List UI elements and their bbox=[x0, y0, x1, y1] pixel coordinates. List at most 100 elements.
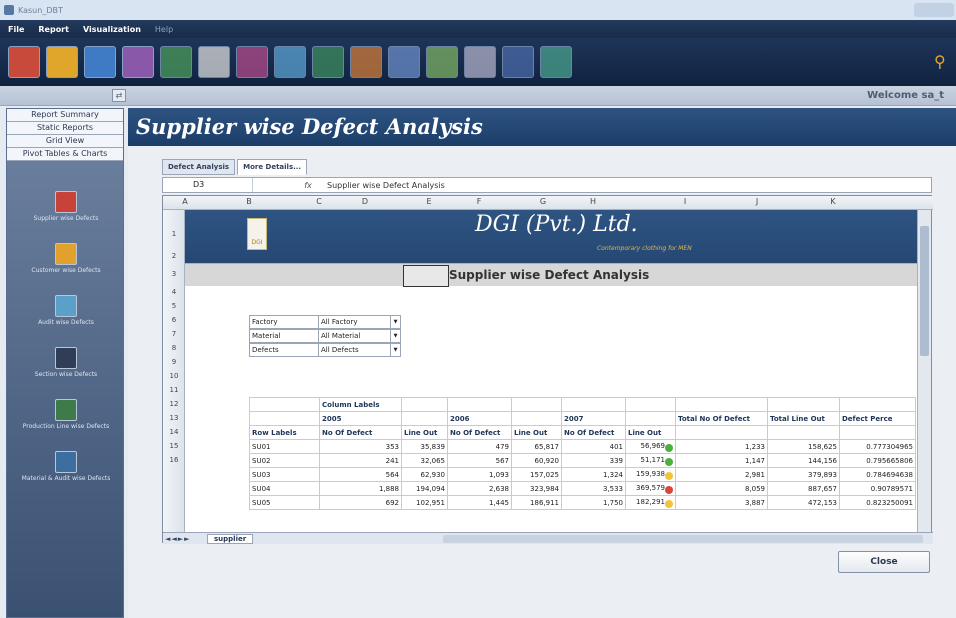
value-cell[interactable]: 1,093 bbox=[447, 467, 512, 482]
row-header[interactable]: 16 bbox=[163, 456, 185, 464]
row-header[interactable]: 5 bbox=[163, 302, 185, 310]
value-cell[interactable]: 35,839 bbox=[401, 439, 448, 454]
value-cell[interactable]: 56,969 bbox=[625, 439, 676, 454]
column-header[interactable]: C bbox=[311, 197, 327, 206]
value-cell[interactable]: 102,951 bbox=[401, 495, 448, 510]
row-header[interactable]: 10 bbox=[163, 372, 185, 380]
column-header[interactable]: B bbox=[241, 197, 257, 206]
value-cell[interactable]: 186,911 bbox=[511, 495, 562, 510]
cube-icon[interactable] bbox=[274, 46, 306, 78]
table-row[interactable]: SU03 564 62,930 1,093 157,025 1,324 159,938 2,9… bbox=[249, 467, 916, 482]
value-cell[interactable]: 1,233 bbox=[675, 439, 768, 454]
table-row[interactable]: SU02 241 32,065 567 60,920 339 51,171 1,147 144,… bbox=[249, 453, 916, 468]
sidebar-item-customer-defects[interactable]: Customer wise Defects bbox=[7, 243, 125, 295]
name-box[interactable]: D3 bbox=[163, 178, 253, 192]
grid-chart-icon[interactable] bbox=[350, 46, 382, 78]
row-header[interactable]: 7 bbox=[163, 330, 185, 338]
filter-dropdown[interactable]: All Material ▼ bbox=[319, 329, 401, 343]
value-cell[interactable]: 157,025 bbox=[511, 467, 562, 482]
pie-chart-icon[interactable] bbox=[160, 46, 192, 78]
value-cell[interactable]: 0.784694638 bbox=[839, 467, 916, 482]
row-header[interactable]: 15 bbox=[163, 442, 185, 450]
value-cell[interactable]: 159,938 bbox=[625, 467, 676, 482]
column-header[interactable]: I bbox=[677, 197, 693, 206]
dropdown-arrow-icon[interactable]: ▼ bbox=[390, 330, 400, 342]
sidebar-item-audit-defects[interactable]: Audit wise Defects bbox=[7, 295, 125, 347]
dropdown-arrow-icon[interactable]: ▼ bbox=[390, 344, 400, 356]
value-cell[interactable]: 564 bbox=[319, 467, 402, 482]
pivot-cell[interactable] bbox=[767, 397, 840, 412]
area-chart-icon[interactable] bbox=[388, 46, 420, 78]
column-header-cell[interactable]: No Of Defect bbox=[447, 425, 512, 440]
pivot-table[interactable]: Column Labels 2005 2006 2007 Total No Of Def… bbox=[249, 397, 916, 510]
sidebar-item-section-defects[interactable]: Section wise Defects bbox=[7, 347, 125, 399]
value-cell[interactable]: 0.777304965 bbox=[839, 439, 916, 454]
bar-chart-icon[interactable] bbox=[46, 46, 78, 78]
row-header[interactable]: 1 bbox=[163, 230, 185, 238]
value-cell[interactable]: 692 bbox=[319, 495, 402, 510]
value-cell[interactable]: 472,153 bbox=[767, 495, 840, 510]
formula-content[interactable]: Supplier wise Defect Analysis bbox=[319, 181, 445, 190]
row-header[interactable]: 9 bbox=[163, 358, 185, 366]
value-cell[interactable]: 144,156 bbox=[767, 453, 840, 468]
nav-static-reports[interactable]: Static Reports bbox=[7, 122, 123, 135]
value-cell[interactable]: 323,984 bbox=[511, 481, 562, 496]
column-header[interactable]: F bbox=[471, 197, 487, 206]
value-cell[interactable]: 60,920 bbox=[511, 453, 562, 468]
chart-3d-icon[interactable] bbox=[122, 46, 154, 78]
vertical-scrollbar[interactable] bbox=[917, 210, 931, 532]
column-labels-cell[interactable]: Column Labels bbox=[319, 397, 402, 412]
defect-percent-header[interactable]: Defect Perce bbox=[839, 411, 916, 426]
pivot-cell[interactable] bbox=[625, 397, 676, 412]
row-header[interactable]: 13 bbox=[163, 414, 185, 422]
row-label-cell[interactable]: SU02 bbox=[249, 453, 320, 468]
pivot-cell[interactable] bbox=[839, 425, 916, 440]
row-label-cell[interactable]: SU01 bbox=[249, 439, 320, 454]
tab-more-details[interactable]: More Details... bbox=[237, 159, 308, 175]
year-cell[interactable]: 2007 bbox=[561, 411, 626, 426]
pivot-cell[interactable] bbox=[511, 397, 562, 412]
value-cell[interactable]: 3,887 bbox=[675, 495, 768, 510]
map2-icon[interactable] bbox=[540, 46, 572, 78]
column-header-cell[interactable]: Row Labels bbox=[249, 425, 320, 440]
value-cell[interactable]: 1,147 bbox=[675, 453, 768, 468]
pivot-cell[interactable] bbox=[249, 411, 320, 426]
line-chart-icon[interactable] bbox=[312, 46, 344, 78]
column-header[interactable]: G bbox=[535, 197, 551, 206]
row-header[interactable]: 8 bbox=[163, 344, 185, 352]
column-header[interactable]: J bbox=[749, 197, 765, 206]
value-cell[interactable]: 32,065 bbox=[401, 453, 448, 468]
value-cell[interactable]: 194,094 bbox=[401, 481, 448, 496]
sheet-nav-arrows[interactable]: ◄◄►► bbox=[163, 535, 207, 543]
pivot-cell[interactable] bbox=[511, 411, 562, 426]
pivot-cell[interactable] bbox=[675, 425, 768, 440]
row-header[interactable]: 4 bbox=[163, 288, 185, 296]
total-lineout-header[interactable]: Total Line Out bbox=[767, 411, 840, 426]
nav-report-summary[interactable]: Report Summary bbox=[7, 109, 123, 122]
pivot-cell[interactable] bbox=[249, 397, 320, 412]
nav-pivot-tables-charts[interactable]: Pivot Tables & Charts bbox=[7, 148, 123, 161]
value-cell[interactable]: 51,171 bbox=[625, 453, 676, 468]
view-icon[interactable] bbox=[8, 46, 40, 78]
value-cell[interactable]: 2,981 bbox=[675, 467, 768, 482]
filter-dropdown[interactable]: All Factory ▼ bbox=[319, 315, 401, 329]
year-cell[interactable]: 2006 bbox=[447, 411, 512, 426]
close-button[interactable]: Close bbox=[838, 551, 930, 573]
menu-file[interactable]: File bbox=[8, 25, 24, 34]
pivot-cell[interactable] bbox=[625, 411, 676, 426]
value-cell[interactable]: 353 bbox=[319, 439, 402, 454]
filter-chart-icon[interactable] bbox=[464, 46, 496, 78]
value-cell[interactable]: 2,638 bbox=[447, 481, 512, 496]
value-cell[interactable]: 339 bbox=[561, 453, 626, 468]
column-header[interactable]: H bbox=[585, 197, 601, 206]
pivot-cell[interactable] bbox=[561, 397, 626, 412]
horizontal-scrollbar[interactable] bbox=[443, 535, 923, 543]
pivot-cell[interactable] bbox=[839, 397, 916, 412]
value-cell[interactable]: 1,888 bbox=[319, 481, 402, 496]
value-cell[interactable]: 8,059 bbox=[675, 481, 768, 496]
row-label-cell[interactable]: SU05 bbox=[249, 495, 320, 510]
row-header[interactable]: 2 bbox=[163, 252, 185, 260]
sidebar-item-production-line-defects[interactable]: Production Line wise Defects bbox=[7, 399, 125, 451]
value-cell[interactable]: 1,324 bbox=[561, 467, 626, 482]
sidebar-item-supplier-defects[interactable]: Supplier wise Defects bbox=[7, 191, 125, 243]
